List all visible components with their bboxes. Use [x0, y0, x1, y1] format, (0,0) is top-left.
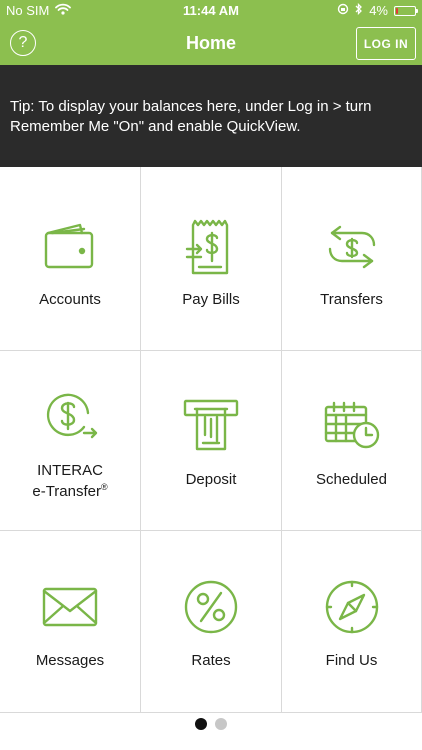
etransfer-icon — [40, 387, 100, 447]
tile-accounts[interactable]: Accounts — [0, 167, 141, 351]
tile-label: Rates — [191, 652, 231, 669]
page-dot-2[interactable] — [215, 718, 227, 730]
deposit-icon — [181, 397, 241, 457]
tile-label: Scheduled — [316, 471, 387, 488]
tile-find-us[interactable]: Find Us — [282, 531, 422, 713]
envelope-icon — [40, 577, 100, 637]
tile-rates[interactable]: Rates — [141, 531, 282, 713]
tile-scheduled[interactable]: Scheduled — [282, 351, 422, 531]
tile-label: Pay Bills — [182, 291, 240, 308]
tile-label: Messages — [35, 652, 105, 669]
tile-deposit[interactable]: Deposit — [141, 351, 282, 531]
rotation-lock-icon — [337, 3, 349, 18]
login-button[interactable]: LOG IN — [356, 27, 416, 60]
battery-level — [396, 7, 398, 14]
tile-label: INTERAC e-Transfer® — [0, 463, 140, 500]
tile-label: Transfers — [320, 291, 383, 308]
wallet-icon — [40, 219, 100, 279]
tile-transfers[interactable]: Transfers — [282, 167, 422, 351]
calendar-clock-icon — [322, 397, 382, 457]
tile-messages[interactable]: Messages — [0, 531, 141, 713]
status-right: 4% — [337, 2, 418, 18]
compass-icon — [322, 577, 382, 637]
battery-percent: 4% — [369, 3, 388, 18]
page-dot-1[interactable] — [195, 718, 207, 730]
tip-banner: Tip: To display your balances here, unde… — [0, 65, 422, 167]
tile-label: Accounts — [39, 291, 101, 308]
bill-icon — [181, 217, 241, 277]
tile-label: Deposit — [185, 471, 237, 488]
battery-icon — [394, 5, 418, 16]
tile-interac-etransfer[interactable]: INTERAC e-Transfer® — [0, 351, 141, 531]
page-indicator[interactable] — [0, 718, 422, 730]
tile-label-line2: e-Transfer® — [32, 482, 108, 500]
nav-bar: ? Home LOG IN — [0, 22, 422, 65]
tile-pay-bills[interactable]: Pay Bills — [141, 167, 282, 351]
percent-icon — [181, 577, 241, 637]
transfer-icon — [322, 217, 382, 277]
tile-label-line1: INTERAC — [37, 462, 103, 479]
tile-label: Find Us — [325, 652, 378, 669]
tip-text: Tip: To display your balances here, unde… — [10, 98, 372, 135]
registered-mark: ® — [101, 482, 108, 492]
bluetooth-icon — [355, 2, 363, 18]
status-bar: No SIM 11:44 AM 4% — [0, 0, 422, 22]
